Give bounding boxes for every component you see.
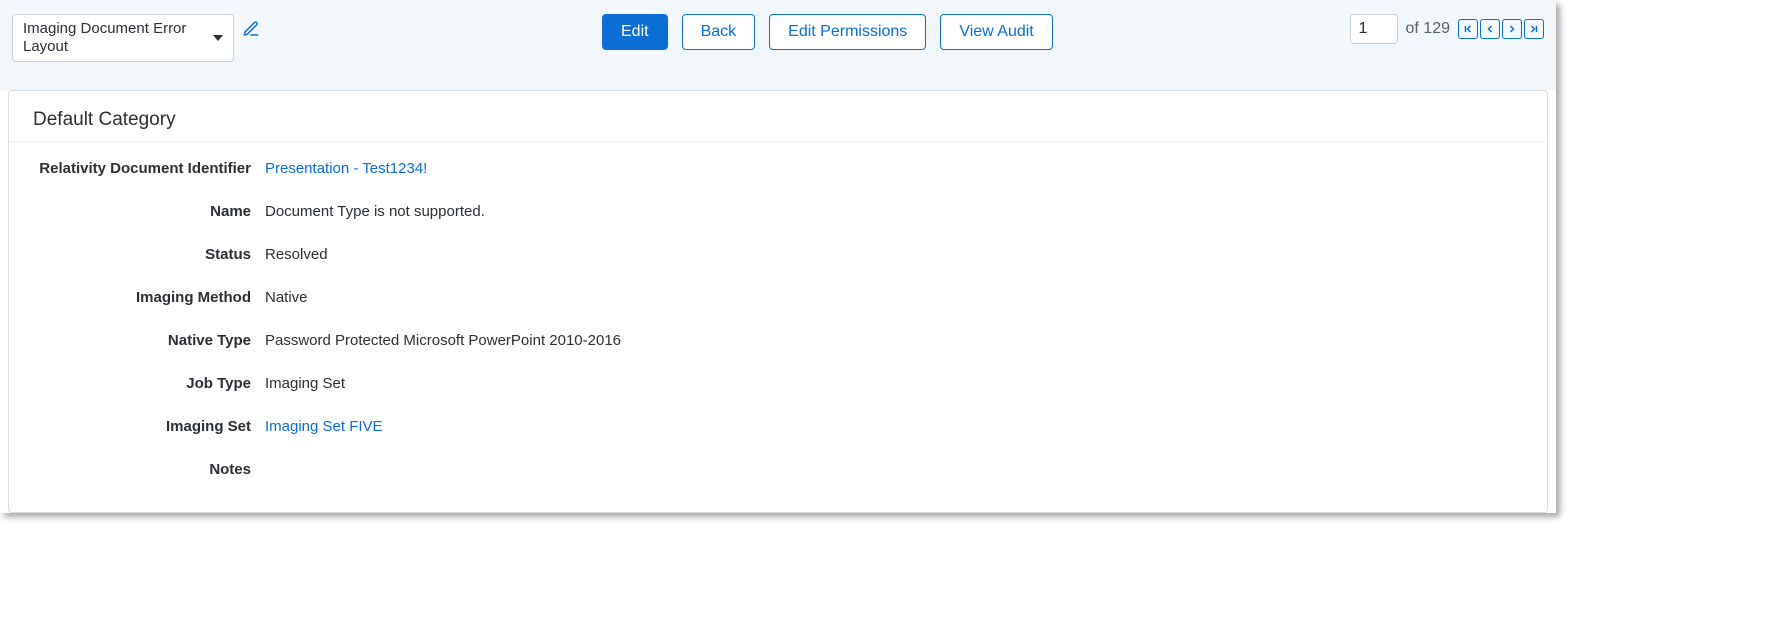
default-category-card: Default Category Relativity Document Ide… (8, 90, 1548, 513)
edit-button[interactable]: Edit (602, 14, 668, 50)
field-value: Imaging Set (265, 375, 345, 392)
chevron-down-icon (213, 35, 223, 41)
pager-nav (1458, 19, 1544, 39)
field-native-type: Native Type Password Protected Microsoft… (33, 332, 1523, 349)
first-page-button[interactable] (1458, 19, 1478, 39)
field-value: Native (265, 289, 308, 306)
card-title: Default Category (9, 91, 1547, 142)
imaging-set-link[interactable]: Imaging Set FIVE (265, 418, 383, 435)
field-list: Relativity Document Identifier Presentat… (9, 142, 1547, 512)
field-label: Imaging Method (33, 289, 265, 306)
field-value: Resolved (265, 246, 328, 263)
layout-selector[interactable]: Imaging Document Error Layout (12, 14, 234, 62)
action-buttons: Edit Back Edit Permissions View Audit (602, 14, 1053, 50)
field-label: Job Type (33, 375, 265, 392)
field-imaging-method: Imaging Method Native (33, 289, 1523, 306)
field-imaging-set: Imaging Set Imaging Set FIVE (33, 418, 1523, 435)
page-number-input[interactable] (1350, 14, 1398, 44)
toolbar: Imaging Document Error Layout Edit Back … (0, 0, 1556, 90)
next-page-button[interactable] (1502, 19, 1522, 39)
field-label: Name (33, 203, 265, 220)
field-notes: Notes (33, 461, 1523, 478)
field-label: Native Type (33, 332, 265, 349)
field-value: Document Type is not supported. (265, 203, 485, 220)
view-audit-button[interactable]: View Audit (940, 14, 1052, 50)
document-id-link[interactable]: Presentation - Test1234! (265, 160, 427, 177)
field-document-id: Relativity Document Identifier Presentat… (33, 160, 1523, 177)
field-job-type: Job Type Imaging Set (33, 375, 1523, 392)
edit-layout-icon[interactable] (242, 20, 260, 38)
edit-permissions-button[interactable]: Edit Permissions (769, 14, 926, 50)
field-label: Status (33, 246, 265, 263)
layout-selector-label: Imaging Document Error Layout (23, 20, 203, 56)
field-label: Imaging Set (33, 418, 265, 435)
field-label: Relativity Document Identifier (33, 160, 265, 177)
page: Imaging Document Error Layout Edit Back … (0, 0, 1556, 513)
field-name: Name Document Type is not supported. (33, 203, 1523, 220)
field-status: Status Resolved (33, 246, 1523, 263)
prev-page-button[interactable] (1480, 19, 1500, 39)
field-label: Notes (33, 461, 265, 478)
last-page-button[interactable] (1524, 19, 1544, 39)
page-total-label: of 129 (1406, 20, 1450, 38)
back-button[interactable]: Back (682, 14, 756, 50)
pager: of 129 (1350, 14, 1544, 44)
field-value: Password Protected Microsoft PowerPoint … (265, 332, 621, 349)
